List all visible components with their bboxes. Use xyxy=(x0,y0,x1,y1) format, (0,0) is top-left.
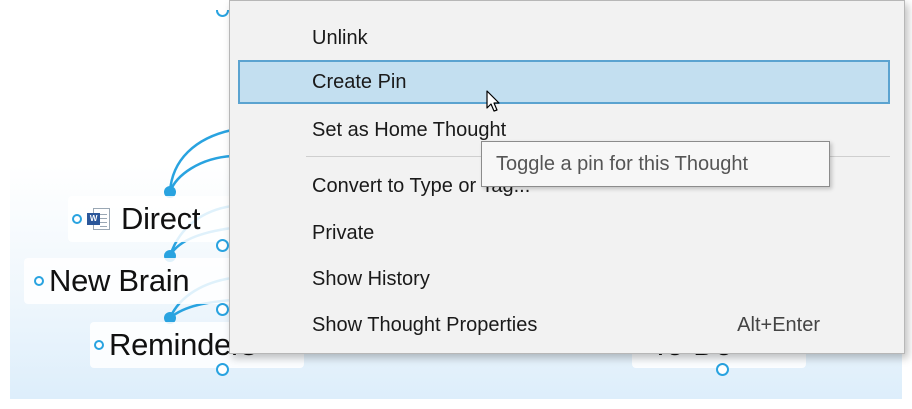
thought-gate-icon[interactable] xyxy=(34,276,44,286)
thought-gate-icon[interactable] xyxy=(72,214,82,224)
menu-item-label: Create Pin xyxy=(312,71,407,93)
menu-item-show-history[interactable]: Show History xyxy=(238,257,890,301)
menu-item-create-pin[interactable]: Create Pin xyxy=(238,60,890,104)
menu-item-label: Private xyxy=(312,222,375,244)
menu-item-label: Show Thought Properties xyxy=(312,314,538,336)
mouse-pointer-icon xyxy=(486,90,500,112)
menu-item-private[interactable]: Private xyxy=(238,211,890,255)
menu-item-shortcut: Alt+Enter xyxy=(737,314,820,336)
thought-gate-icon[interactable] xyxy=(94,340,104,350)
thought-gate-icon[interactable] xyxy=(216,303,229,316)
menu-item-unlink[interactable]: Unlink xyxy=(238,16,890,60)
thought-gate-icon[interactable] xyxy=(216,363,229,376)
menu-item-label: Unlink xyxy=(312,27,368,49)
thought-gate-icon[interactable] xyxy=(216,239,229,252)
thought-label: Direct xyxy=(121,201,201,236)
tooltip: Toggle a pin for this Thought xyxy=(481,141,830,187)
menu-item-show-thought-properties[interactable]: Show Thought Properties Alt+Enter xyxy=(238,303,890,347)
menu-item-label: Show History xyxy=(312,268,430,290)
thought-label: New Brain xyxy=(49,263,190,298)
menu-item-label: Set as Home Thought xyxy=(312,119,507,141)
word-document-icon: W xyxy=(87,206,111,232)
thought-gate-icon[interactable] xyxy=(716,363,729,376)
